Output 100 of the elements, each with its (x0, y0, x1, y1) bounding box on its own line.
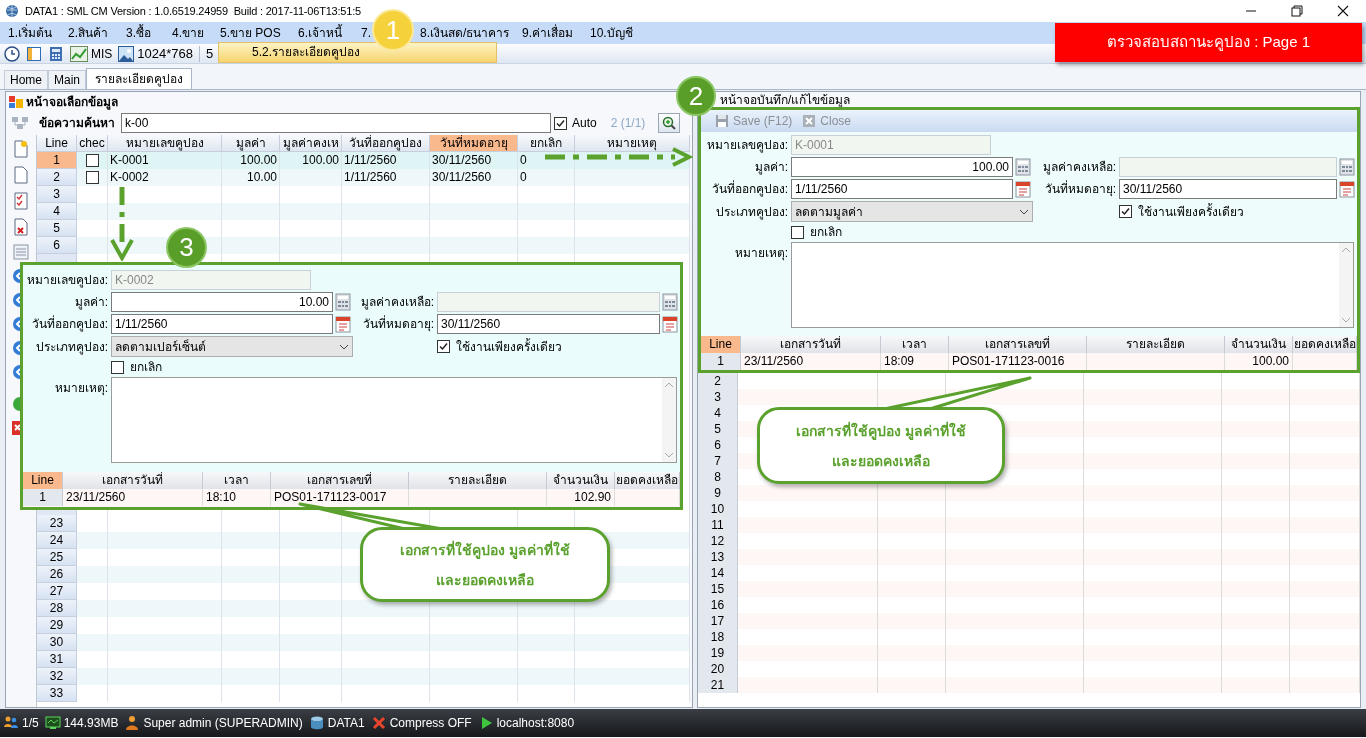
column-header[interactable]: จำนวนเงิน (547, 472, 615, 489)
menu-item[interactable]: 7. (361, 26, 371, 40)
dropdown-value: ลดตามเปอร์เซ็นต์ (115, 338, 206, 356)
checkbox-label: ยกเลิก (130, 359, 162, 376)
status-text: Super admin (SUPERADMIN) (143, 715, 303, 732)
new-document-icon[interactable] (13, 140, 29, 158)
column-header[interactable]: เวลา (203, 472, 271, 489)
row-number: 10 (698, 501, 738, 517)
row-number: 13 (698, 549, 738, 565)
column-header[interactable]: จำนวนเงิน (1225, 336, 1293, 353)
input-field[interactable]: 1/11/2560 (791, 179, 1013, 199)
row-number: 12 (698, 533, 738, 549)
input-field[interactable]: 1/11/2560 (111, 314, 333, 334)
network-icon (11, 116, 29, 130)
input-field[interactable]: 100.00 (791, 157, 1013, 177)
menu-popup-item[interactable]: 5.2.รายละเอียดคูปอง (218, 42, 497, 63)
calendar-icon[interactable] (1015, 180, 1031, 198)
row-number: 3 (37, 186, 77, 203)
window-icon (9, 96, 23, 108)
row-number: 21 (698, 677, 738, 693)
checkbox[interactable] (554, 116, 567, 130)
column-header[interactable]: ยกเลิก (518, 135, 575, 152)
input-field[interactable]: 30/11/2560 (437, 314, 660, 334)
column-header[interactable]: Line (701, 336, 741, 353)
column-header[interactable]: มูลค่าคงเห (280, 135, 342, 152)
calendar-icon[interactable] (335, 315, 351, 333)
checkbox[interactable] (111, 360, 124, 374)
search-button[interactable] (658, 113, 680, 133)
scrollbar-icon (662, 378, 676, 462)
column-header[interactable]: Line (37, 135, 77, 152)
field-label: มูลค่า: (73, 294, 109, 311)
column-header[interactable]: หมายเหตุ (575, 135, 690, 152)
column-header[interactable]: วันที่ออกคูปอง (342, 135, 430, 152)
menu-item[interactable]: 6.เจ้าหนี้ (298, 26, 342, 40)
menu-item[interactable]: 9.ค่าเสื่อม (522, 26, 573, 40)
input-field[interactable]: 10.00 (111, 292, 333, 312)
toolbar-label[interactable]: 5 (206, 43, 214, 64)
column-header[interactable]: chec (77, 135, 108, 152)
column-header[interactable]: วันที่หมดอายุ (430, 135, 518, 152)
database-icon (308, 715, 325, 731)
calculator-icon[interactable] (335, 293, 351, 311)
column-header[interactable]: เวลา (881, 336, 949, 353)
row-number: 29 (37, 617, 77, 634)
search-field[interactable]: k-00 (121, 113, 551, 133)
menu-item[interactable]: 2.สินค้า (68, 26, 108, 40)
column-header[interactable]: เอกสารเลขที่ (271, 472, 409, 489)
menu-item[interactable]: 1.เริ่มต้น (8, 26, 52, 40)
resolution-button[interactable]: 1024*768 (118, 44, 193, 63)
panel-icon[interactable] (26, 45, 42, 62)
row-number: 32 (37, 668, 77, 685)
calculator-icon[interactable] (1339, 158, 1355, 176)
menu-item[interactable]: 5.ขาย POS (220, 26, 281, 40)
calculator-icon[interactable] (48, 45, 64, 62)
column-header[interactable]: รายละเอียด (409, 472, 547, 489)
row-number: 14 (698, 565, 738, 581)
column-header[interactable]: เอกสารวันที่ (741, 336, 881, 353)
column-header[interactable]: รายละเอียด (1087, 336, 1225, 353)
column-header[interactable]: ยอดคงเหลือ (1293, 336, 1357, 353)
panel-title: หน้าจอเลือกข้อมูล (26, 94, 118, 111)
checkbox[interactable] (85, 154, 99, 167)
tab[interactable]: Home (4, 70, 48, 89)
calculator-icon[interactable] (662, 293, 678, 311)
column-header[interactable]: มูลค่า (222, 135, 280, 152)
checklist-icon[interactable] (13, 192, 29, 210)
calculator-icon[interactable] (1015, 158, 1031, 176)
ok-icon[interactable] (11, 396, 20, 412)
checkbox[interactable] (85, 171, 99, 184)
delete-document-icon[interactable] (13, 218, 29, 236)
row-number: 6 (698, 437, 738, 453)
cross-icon (370, 715, 387, 731)
menu-item[interactable]: 10.บัญชี (590, 26, 633, 40)
status-banner: ตรวจสอบสถานะคูปอง : Page 1 (1055, 23, 1362, 62)
checkbox[interactable] (791, 225, 804, 239)
checkbox[interactable] (437, 340, 450, 353)
field-label: ประเภทคูปอง: (714, 203, 789, 221)
dropdown[interactable]: ลดตามเปอร์เซ็นต์ (111, 336, 353, 357)
document-icon[interactable] (13, 166, 29, 184)
input-field[interactable]: 30/11/2560 (1119, 179, 1337, 199)
column-header[interactable]: ยอดคงเหลือ (615, 472, 680, 489)
callout-text: เอกสารที่ใช้คูปอง มูลค่าที่ใช้ และยอดคงเหลือ (796, 420, 966, 471)
column-header[interactable]: หมายเลขคูปอง (108, 135, 222, 152)
tab[interactable]: Main (48, 70, 87, 89)
calendar-icon[interactable] (1339, 180, 1355, 198)
column-header[interactable]: เอกสารเลขที่ (949, 336, 1087, 353)
menu-item[interactable]: 3.ซื้อ (126, 26, 151, 40)
window-title: DATA1 : SML CM Version : 1.0.6519.24959 Build : 2017-11-06T13:51:5 (25, 3, 361, 19)
status-text: 144.93MB (63, 715, 119, 732)
tab[interactable]: รายละเอียดคูปอง (86, 68, 193, 89)
row-number: 4 (698, 405, 738, 421)
panel-title: หน้าจอบันทึก/แก้ไขข้อมูล (720, 92, 851, 107)
clock-icon[interactable] (4, 45, 20, 62)
checkbox[interactable] (1119, 205, 1132, 218)
column-header[interactable]: Line (23, 472, 63, 489)
calendar-icon[interactable] (662, 315, 678, 333)
menu-item[interactable]: 4.ขาย (172, 26, 204, 40)
dropdown[interactable]: ลดตามมูลค่า (791, 201, 1033, 222)
column-header[interactable]: เอกสารวันที่ (63, 472, 203, 489)
row-number: 25 (37, 549, 77, 566)
mis-button[interactable]: MIS (70, 44, 113, 63)
menu-item[interactable]: 8.เงินสด/ธนาคาร (420, 26, 510, 40)
